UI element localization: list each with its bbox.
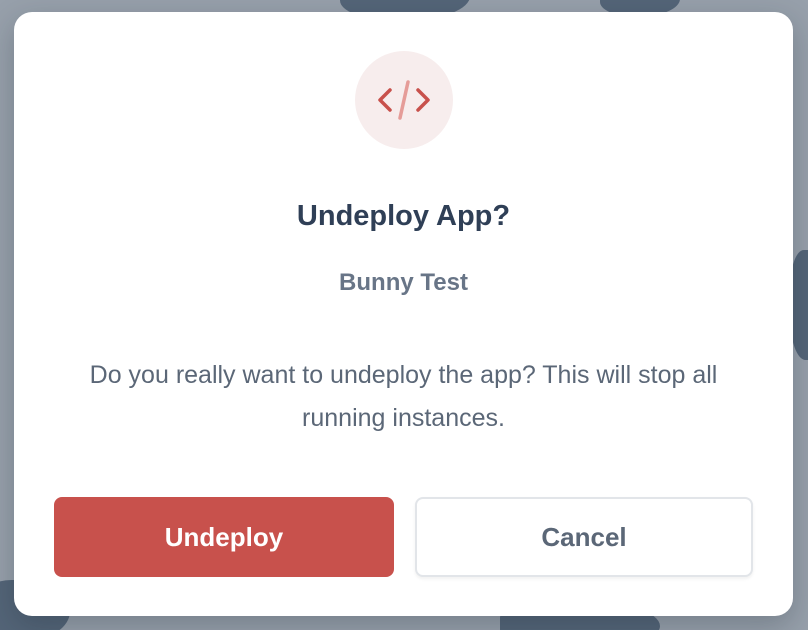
app-name: Bunny Test (339, 269, 468, 296)
undeploy-button[interactable]: Undeploy (54, 497, 394, 577)
undeploy-dialog: Undeploy App? Bunny Test Do you really w… (14, 12, 793, 616)
cancel-button[interactable]: Cancel (415, 497, 753, 577)
code-icon (378, 80, 430, 120)
dialog-title: Undeploy App? (296, 200, 511, 232)
dialog-message: Do you really want to undeploy the app? … (89, 361, 718, 432)
undeploy-button-label: Undeploy (164, 521, 284, 552)
cancel-button-label: Cancel (541, 521, 627, 552)
icon-badge (355, 51, 453, 149)
